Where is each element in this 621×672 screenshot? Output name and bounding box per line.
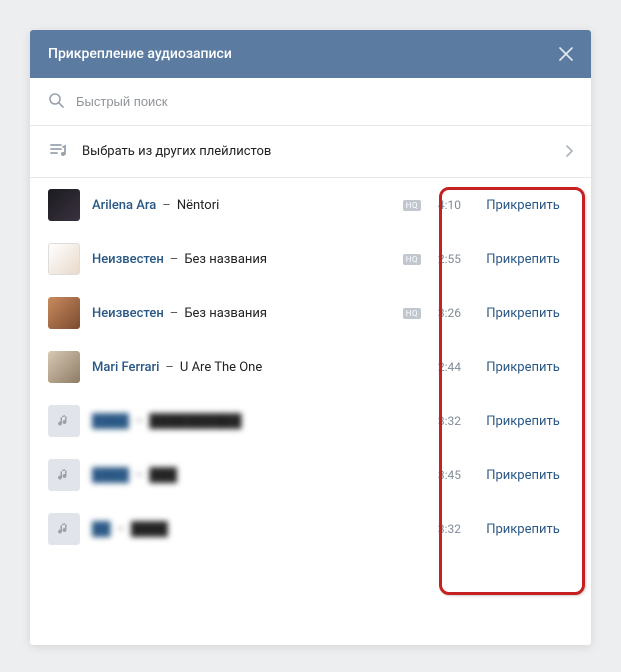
modal-header: Прикрепление аудиозаписи <box>30 30 591 78</box>
playlist-icon <box>48 140 68 164</box>
track-title: ██████████ <box>149 413 241 429</box>
choose-playlist-label: Выбрать из других плейлистов <box>82 144 565 159</box>
track-artist[interactable]: Неизвестен <box>92 252 164 267</box>
chevron-right-icon <box>565 142 573 161</box>
track-duration: 2:55 <box>427 252 461 266</box>
close-icon[interactable] <box>559 47 573 61</box>
track-meta: ████–███ <box>92 467 427 483</box>
track-row[interactable]: ████–███3:45Прикрепить <box>30 448 591 502</box>
track-cover[interactable] <box>48 189 80 221</box>
hq-badge: HQ <box>403 254 421 265</box>
separator: – <box>170 306 179 321</box>
separator: – <box>162 198 171 213</box>
track-title: ████ <box>131 521 168 537</box>
attach-button[interactable]: Прикрепить <box>473 198 573 213</box>
search-icon <box>48 92 64 112</box>
separator: – <box>135 414 144 429</box>
track-list[interactable]: Arilena Ara–NëntoriHQ4:10ПрикрепитьНеизв… <box>30 178 591 645</box>
track-cover[interactable] <box>48 351 80 383</box>
track-row[interactable]: Неизвестен–Без названияHQ3:26Прикрепить <box>30 286 591 340</box>
track-row[interactable]: ████–██████████3:32Прикрепить <box>30 394 591 448</box>
track-meta: Неизвестен–Без названия <box>92 306 403 321</box>
track-duration: 4:10 <box>427 198 461 212</box>
track-artist[interactable]: ████ <box>92 413 129 429</box>
separator: – <box>116 522 125 537</box>
track-cover[interactable] <box>48 297 80 329</box>
track-cover[interactable] <box>48 513 80 545</box>
track-cover[interactable] <box>48 405 80 437</box>
track-row[interactable]: Arilena Ara–NëntoriHQ4:10Прикрепить <box>30 178 591 232</box>
track-title: U Are The One <box>180 360 262 375</box>
track-artist[interactable]: Arilena Ara <box>92 198 156 213</box>
track-duration: 3:32 <box>427 522 461 536</box>
search-row <box>30 78 591 126</box>
separator: – <box>170 252 179 267</box>
track-meta: Mari Ferrari–U Are The One <box>92 360 427 375</box>
track-meta: Неизвестен–Без названия <box>92 252 403 267</box>
attach-button[interactable]: Прикрепить <box>473 522 573 537</box>
track-duration: 3:32 <box>427 414 461 428</box>
attach-button[interactable]: Прикрепить <box>473 414 573 429</box>
track-row[interactable]: Неизвестен–Без названияHQ2:55Прикрепить <box>30 232 591 286</box>
track-title: Без названия <box>184 252 267 267</box>
track-cover[interactable] <box>48 243 80 275</box>
track-meta: Arilena Ara–Nëntori <box>92 198 403 213</box>
track-artist[interactable]: ██ <box>92 521 110 537</box>
attach-button[interactable]: Прикрепить <box>473 468 573 483</box>
track-title: ███ <box>149 467 177 483</box>
separator: – <box>135 468 144 483</box>
track-row[interactable]: ██–████3:32Прикрепить <box>30 502 591 556</box>
search-input[interactable] <box>76 94 573 109</box>
modal-title: Прикрепление аудиозаписи <box>48 46 232 62</box>
track-title: Nëntori <box>177 198 219 213</box>
hq-badge: HQ <box>403 308 421 319</box>
track-duration: 3:26 <box>427 306 461 320</box>
choose-playlist-row[interactable]: Выбрать из других плейлистов <box>30 126 591 178</box>
audio-attach-modal: Прикрепление аудиозаписи Выбрать из друг… <box>30 30 591 645</box>
track-row[interactable]: Mari Ferrari–U Are The One2:44Прикрепить <box>30 340 591 394</box>
track-artist[interactable]: Неизвестен <box>92 306 164 321</box>
hq-badge: HQ <box>403 200 421 211</box>
track-duration: 3:45 <box>427 468 461 482</box>
track-meta: ████–██████████ <box>92 413 427 429</box>
attach-button[interactable]: Прикрепить <box>473 306 573 321</box>
track-meta: ██–████ <box>92 521 427 537</box>
attach-button[interactable]: Прикрепить <box>473 252 573 267</box>
track-cover[interactable] <box>48 459 80 491</box>
track-title: Без названия <box>184 306 267 321</box>
attach-button[interactable]: Прикрепить <box>473 360 573 375</box>
track-artist[interactable]: ████ <box>92 467 129 483</box>
track-artist[interactable]: Mari Ferrari <box>92 360 159 375</box>
separator: – <box>165 360 174 375</box>
track-duration: 2:44 <box>427 360 461 374</box>
